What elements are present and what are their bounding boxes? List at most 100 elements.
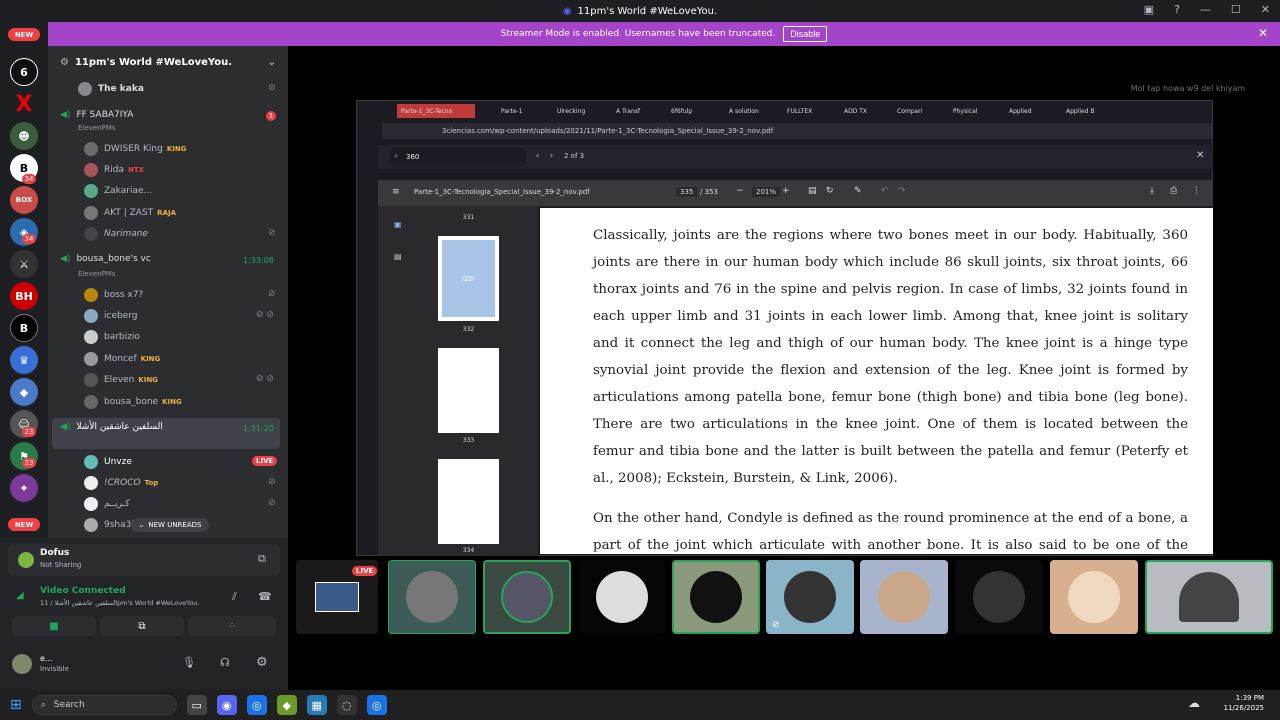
server-icon[interactable]: ◆ <box>10 378 38 406</box>
undo-icon[interactable]: ↶ <box>881 186 889 196</box>
browser-tab[interactable]: Parte-1_3C-Tecno <box>397 104 475 118</box>
server-icon[interactable]: BOX <box>10 186 38 214</box>
chrome-icon[interactable]: ◎ <box>246 695 267 715</box>
voice-channel[interactable]: ◀) FF SABA7IYA <box>60 110 133 120</box>
close-icon[interactable]: ✕ <box>1196 150 1204 161</box>
server-icon[interactable]: ✦ <box>10 474 38 502</box>
voice-channel[interactable]: ◀) bousa_bone's vc <box>60 254 151 264</box>
server-icon[interactable]: ☻ <box>10 122 38 150</box>
page-thumbnail[interactable]: /20/ <box>438 236 499 321</box>
settings-gear-icon[interactable]: ⚙ <box>256 655 268 670</box>
address-bar[interactable]: 3ciencias.com/wp-content/uploads/2021/11… <box>382 123 1212 139</box>
voice-user[interactable]: كـريــم <box>84 497 130 511</box>
voice-channel-path[interactable]: السلفين عاشقين الأشلا / 11pm's World #We… <box>40 599 200 607</box>
voice-user[interactable]: Unvze <box>84 455 132 469</box>
find-next-icon[interactable]: › <box>550 151 553 160</box>
participant-tile[interactable] <box>955 560 1043 634</box>
minimize-icon[interactable]: — <box>1200 3 1211 16</box>
disable-button[interactable]: Disable <box>783 26 828 42</box>
find-input[interactable]: 360 <box>390 148 526 166</box>
server-icon[interactable]: ⚔ <box>10 250 38 278</box>
page-thumbnail[interactable] <box>438 459 499 544</box>
voice-user[interactable]: boss x7? <box>84 288 143 302</box>
rotate-icon[interactable]: ↻ <box>826 186 834 196</box>
microphone-icon[interactable]: 🎙︎ <box>182 656 196 669</box>
download-icon[interactable]: ⤓ <box>1150 186 1154 196</box>
new-unreads-button[interactable]: ⌄ NEW UNREADS <box>131 518 209 532</box>
participant-tile[interactable] <box>860 560 948 634</box>
browser-tab[interactable]: A solution <box>725 104 765 118</box>
inbox-icon[interactable]: ▣ <box>1144 3 1154 16</box>
participant-tile[interactable] <box>483 560 571 634</box>
chrome-icon[interactable]: ◎ <box>366 695 387 715</box>
share-screen-button[interactable]: ⧉ <box>100 616 184 636</box>
browser-tab[interactable]: A Transf <box>612 104 652 118</box>
activity-card[interactable]: Dofus Not Sharing ⧉ <box>8 544 280 576</box>
browser-tab[interactable]: ADD TX <box>840 104 880 118</box>
voice-user[interactable]: Eleven KING <box>84 373 158 387</box>
voice-user[interactable]: Zakariae... <box>84 184 152 198</box>
redo-icon[interactable]: ↷ <box>898 186 906 196</box>
server-icon[interactable]: X <box>10 90 38 118</box>
participant-tile[interactable] <box>672 560 760 634</box>
disconnect-icon[interactable]: ☎ <box>258 590 272 603</box>
new-pill[interactable]: NEW <box>8 518 40 531</box>
avatar[interactable] <box>12 654 32 674</box>
zoom-level[interactable]: 201% <box>752 187 781 197</box>
game-icon[interactable]: ◆ <box>276 695 297 715</box>
app-icon[interactable]: ◌ <box>336 695 357 715</box>
taskbar-search[interactable]: ⌕ Search <box>31 695 177 715</box>
maximize-icon[interactable]: ☐ <box>1231 3 1241 16</box>
app-icon[interactable]: ▦ <box>306 695 327 715</box>
voice-user[interactable]: barbizio <box>84 330 140 344</box>
participant-tile[interactable] <box>388 560 476 634</box>
browser-tab[interactable]: FULLTEX <box>783 104 823 118</box>
participant-tile[interactable]: ⊘ <box>766 560 854 634</box>
screen-share-icon[interactable]: ⧉ <box>258 552 266 566</box>
help-icon[interactable]: ? <box>1174 3 1180 16</box>
voice-user[interactable]: bousa_bone KING <box>84 395 182 409</box>
participant-tile[interactable] <box>578 560 666 634</box>
webcam-tile[interactable] <box>1145 560 1273 634</box>
annotate-icon[interactable]: ✎ <box>854 186 862 196</box>
new-pill[interactable]: NEW <box>8 28 40 41</box>
voice-user[interactable]: 9sha3i <box>84 518 134 532</box>
browser-tab[interactable]: Applied <box>1005 104 1049 118</box>
thumbnails-icon[interactable]: ▣ <box>394 220 402 229</box>
server-icon[interactable]: BH <box>10 282 38 310</box>
windows-start-icon[interactable]: ⊞ <box>10 697 22 713</box>
voice-user[interactable]: The kaka <box>78 82 144 96</box>
voice-status[interactable]: Video Connected <box>40 586 126 596</box>
browser-tab[interactable]: Applied B <box>1062 104 1106 118</box>
outline-icon[interactable]: ▤ <box>394 252 402 261</box>
page-thumbnail[interactable] <box>438 348 499 433</box>
activities-button[interactable]: ⁘ <box>188 616 276 636</box>
server-header[interactable]: ⚙ 11pm's World #WeLoveYou. ⌄ <box>48 46 288 78</box>
voice-user[interactable]: Narimane <box>84 227 148 241</box>
find-prev-icon[interactable]: ‹ <box>536 151 539 160</box>
sidebar-toggle-icon[interactable]: ≡ <box>392 187 400 197</box>
server-icon[interactable]: ♛ <box>10 346 38 374</box>
discord-icon[interactable]: ◉ <box>216 695 237 715</box>
voice-user[interactable]: iceberg <box>84 309 138 323</box>
fit-page-icon[interactable]: ▤ <box>808 186 817 196</box>
voice-user[interactable]: AKT | ZAST RAJA <box>84 206 176 220</box>
more-icon[interactable]: ⋮ <box>1192 186 1201 196</box>
voice-user[interactable]: Rida NTX <box>84 163 144 177</box>
weather-icon[interactable]: ☁ <box>1188 696 1200 710</box>
noise-suppression-icon[interactable]: ⫽ <box>232 590 237 604</box>
camera-button[interactable]: ■ <box>12 616 96 636</box>
browser-tab[interactable]: Parte-1 <box>497 104 537 118</box>
server-icon[interactable]: B <box>10 314 38 342</box>
headphones-icon[interactable]: ☊ <box>220 656 230 669</box>
voice-user[interactable]: Moncef KING <box>84 352 160 366</box>
close-icon[interactable]: ✕ <box>1258 26 1268 40</box>
voice-user[interactable]: DWISER King KING <box>84 142 186 156</box>
voice-channel[interactable]: ◀) السلفين عاشقين الأشلا <box>60 422 163 432</box>
participant-tile[interactable] <box>1050 560 1138 634</box>
clock[interactable]: 1:39 PM 11/26/2025 <box>1224 693 1264 713</box>
browser-tab[interactable]: 6f6fulp <box>667 104 707 118</box>
browser-tab[interactable]: Compari <box>893 104 937 118</box>
server-icon[interactable]: 6 <box>10 58 38 86</box>
browser-tab[interactable]: Physical <box>949 104 993 118</box>
